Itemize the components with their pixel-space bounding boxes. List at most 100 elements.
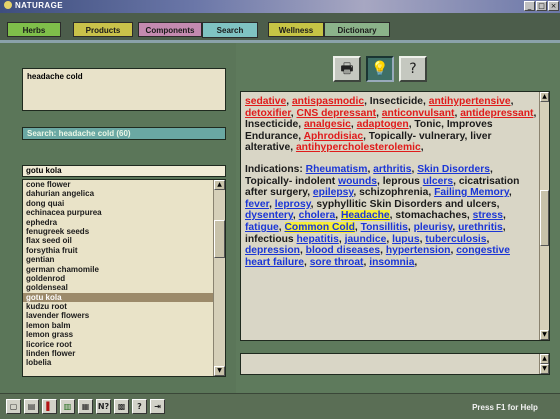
herb-list-item[interactable]: echinacea purpurea bbox=[23, 208, 213, 217]
herb-list-item[interactable]: forsythia fruit bbox=[23, 246, 213, 255]
tab-bar: Herbs Products Components Search Wellnes… bbox=[0, 13, 560, 43]
new-document-icon[interactable]: ▢ bbox=[6, 399, 21, 414]
term-link[interactable]: leprosy bbox=[275, 199, 311, 210]
tab-components[interactable]: Components bbox=[138, 22, 202, 37]
term-link[interactable]: Aphrodisiac bbox=[304, 131, 364, 142]
term-link[interactable]: Headache bbox=[341, 210, 390, 222]
info-scroll-down-icon[interactable]: ▼ bbox=[540, 330, 549, 340]
term-link[interactable]: sedative bbox=[245, 96, 286, 107]
term-link[interactable]: hypertension bbox=[386, 245, 451, 256]
scroll-thumb[interactable] bbox=[214, 220, 225, 258]
term-link[interactable]: urethritis bbox=[458, 222, 503, 233]
grid-icon[interactable]: ▦ bbox=[78, 399, 93, 414]
help-icon[interactable]: ? bbox=[132, 399, 147, 414]
lightbulb-icon[interactable]: 💡 bbox=[366, 56, 394, 82]
text-segment: , leprous bbox=[376, 175, 423, 187]
tab-wellness[interactable]: Wellness bbox=[268, 22, 324, 37]
herb-list-item[interactable]: lemon grass bbox=[23, 330, 213, 339]
term-link[interactable]: Rheumatism bbox=[306, 164, 368, 175]
term-link[interactable]: tuberculosis bbox=[425, 234, 486, 245]
term-link[interactable]: analgesic bbox=[304, 119, 351, 130]
notes-icon[interactable]: N? bbox=[96, 399, 111, 414]
herb-list-item[interactable]: goldenseal bbox=[23, 283, 213, 292]
herb-list-item[interactable]: lavender flowers bbox=[23, 311, 213, 320]
herb-list-item[interactable]: gotu kola bbox=[23, 292, 213, 303]
term-link[interactable]: Failing Memory bbox=[434, 187, 509, 198]
term-link[interactable]: dysentery bbox=[245, 210, 293, 221]
term-link[interactable]: pleurisy bbox=[414, 222, 453, 233]
herb-list-item[interactable]: kudzu root bbox=[23, 302, 213, 311]
term-link[interactable]: Skin Disorders bbox=[417, 164, 490, 175]
tab-products[interactable]: Products bbox=[73, 22, 133, 37]
herb-list-item[interactable]: dong quai bbox=[23, 199, 213, 208]
herb-list-item[interactable]: linden flower bbox=[23, 349, 213, 358]
scroll-up-icon[interactable]: ▲ bbox=[214, 180, 225, 190]
term-link[interactable]: CNS depressant bbox=[297, 108, 377, 119]
help-icon[interactable]: ? bbox=[399, 56, 427, 82]
term-link[interactable]: fever bbox=[245, 199, 269, 210]
term-link[interactable]: arthritis bbox=[373, 164, 411, 175]
herb-list-item[interactable]: cone flower bbox=[23, 180, 213, 189]
term-link[interactable]: cholera bbox=[299, 210, 336, 221]
term-link[interactable]: anticonvulsant bbox=[382, 108, 455, 119]
term-link[interactable]: insomnia bbox=[369, 257, 414, 268]
term-link[interactable]: epilepsy bbox=[313, 187, 353, 198]
term-link[interactable]: stress bbox=[473, 210, 503, 221]
herb-list-item[interactable]: flax seed oil bbox=[23, 236, 213, 245]
printer-icon[interactable]: 🖶 bbox=[333, 56, 361, 82]
text-segment: , bbox=[278, 221, 285, 233]
term-link[interactable]: antihypertensive bbox=[429, 96, 511, 107]
herb-list-scrollbar[interactable]: ▲ ▼ bbox=[213, 180, 225, 376]
term-link[interactable]: sore throat bbox=[310, 257, 364, 268]
text-segment: , bbox=[414, 256, 418, 268]
term-link[interactable]: adaptogen bbox=[357, 119, 409, 130]
tab-herbs[interactable]: Herbs bbox=[7, 22, 61, 37]
herb-list[interactable]: cone flower dahurian angelica dong quai ech… bbox=[22, 179, 226, 377]
term-link[interactable]: lupus bbox=[392, 234, 419, 245]
minimize-icon[interactable]: _ bbox=[524, 1, 535, 11]
close-icon[interactable]: × bbox=[548, 1, 559, 11]
term-link[interactable]: jaundice bbox=[345, 234, 387, 245]
herb-list-item[interactable]: licorice root bbox=[23, 340, 213, 349]
term-link[interactable]: ulcers bbox=[423, 176, 453, 187]
herb-list-item[interactable]: german chamomile bbox=[23, 265, 213, 274]
notes-scrollbar[interactable]: ▲ ▼ bbox=[539, 354, 549, 374]
window-title: NATURAGE bbox=[4, 1, 63, 10]
tab-dictionary[interactable]: Dictionary bbox=[324, 22, 390, 37]
notes-field[interactable]: ▲ ▼ bbox=[240, 353, 550, 375]
term-link[interactable]: antispasmodic bbox=[292, 96, 364, 107]
term-link[interactable]: detoxifier bbox=[245, 108, 291, 119]
thermometer-icon[interactable]: ▌ bbox=[42, 399, 57, 414]
term-link[interactable]: fatigue bbox=[245, 222, 279, 233]
term-link[interactable]: hepatitis bbox=[297, 234, 339, 245]
term-link[interactable]: wounds bbox=[338, 176, 377, 187]
notes-scroll-down-icon[interactable]: ▼ bbox=[540, 364, 549, 374]
tab-search[interactable]: Search bbox=[202, 22, 258, 38]
print-icon[interactable]: ▤ bbox=[24, 399, 39, 414]
info-scroll-thumb[interactable] bbox=[540, 190, 549, 246]
scroll-down-icon[interactable]: ▼ bbox=[214, 366, 225, 376]
term-link[interactable]: antidepressant bbox=[460, 108, 533, 119]
herb-list-item[interactable]: lemon balm bbox=[23, 321, 213, 330]
herb-list-item[interactable]: dahurian angelica bbox=[23, 189, 213, 198]
exit-icon[interactable]: ⇥ bbox=[150, 399, 165, 414]
indications-label: Indications: bbox=[245, 163, 306, 175]
search-query-field[interactable]: headache cold bbox=[22, 68, 226, 111]
herb-filter-input[interactable]: gotu kola bbox=[22, 165, 226, 177]
term-link[interactable]: antihypercholesterolemic bbox=[296, 142, 421, 153]
book-icon[interactable]: ▥ bbox=[60, 399, 75, 414]
herb-list-item[interactable]: ephedra bbox=[23, 218, 213, 227]
info-scroll-up-icon[interactable]: ▲ bbox=[540, 92, 549, 102]
herb-list-item[interactable]: fenugreek seeds bbox=[23, 227, 213, 236]
calendar-icon[interactable]: ▩ bbox=[114, 399, 129, 414]
term-link[interactable]: Tonsillitis bbox=[361, 222, 408, 233]
term-link[interactable]: blood diseases bbox=[306, 245, 380, 256]
term-link[interactable]: depression bbox=[245, 245, 300, 256]
maximize-icon[interactable]: □ bbox=[536, 1, 547, 11]
info-scrollbar[interactable]: ▲ ▼ bbox=[539, 92, 549, 340]
term-link[interactable]: Common Cold bbox=[284, 221, 355, 233]
herb-list-item[interactable]: lobelia bbox=[23, 358, 213, 367]
herb-list-item[interactable]: gentian bbox=[23, 255, 213, 264]
notes-scroll-up-icon[interactable]: ▲ bbox=[540, 354, 549, 364]
herb-list-item[interactable]: goldenrod bbox=[23, 274, 213, 283]
